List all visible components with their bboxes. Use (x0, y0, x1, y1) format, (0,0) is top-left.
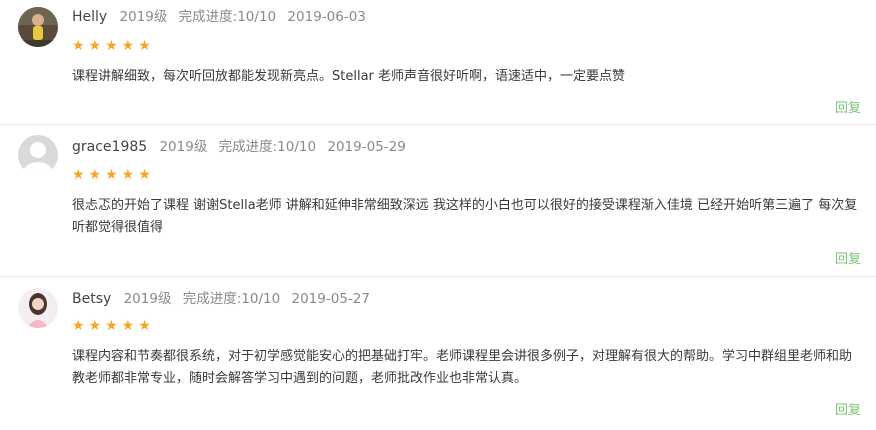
review-meta: Helly 2019级 完成进度:10/10 2019-06-03 (72, 8, 366, 26)
progress-label: 完成进度:10/10 (182, 291, 281, 307)
review-text: 很忐忑的开始了课程 谢谢Stella老师 讲解和延伸非常细致深远 我这样的小白也… (72, 198, 858, 235)
avatar[interactable] (18, 135, 58, 175)
divider (0, 276, 876, 277)
grade-label: 2019级 (119, 9, 168, 25)
reply-button[interactable]: 回复 (835, 252, 861, 268)
progress-label: 完成进度:10/10 (218, 139, 317, 155)
review-date: 2019-06-03 (287, 9, 366, 25)
avatar[interactable] (18, 288, 58, 328)
user-photo-avatar-icon (18, 288, 58, 328)
default-gray-avatar-icon (18, 135, 58, 175)
username[interactable]: Betsy (72, 291, 111, 307)
divider (0, 124, 876, 125)
review-text: 课程讲解细致，每次听回放都能发现新亮点。Stellar 老师声音很好听啊，语速适… (72, 69, 626, 84)
star-rating: ★★★★★ (72, 318, 155, 334)
review-date: 2019-05-29 (327, 139, 406, 155)
star-rating: ★★★★★ (72, 38, 155, 54)
grade-label: 2019级 (159, 139, 208, 155)
avatar[interactable] (18, 7, 58, 47)
reply-button[interactable]: 回复 (835, 403, 861, 419)
user-photo-avatar-icon (18, 7, 58, 47)
review-meta: Betsy 2019级 完成进度:10/10 2019-05-27 (72, 290, 370, 308)
review-meta: grace1985 2019级 完成进度:10/10 2019-05-29 (72, 138, 406, 156)
username[interactable]: Helly (72, 9, 107, 25)
progress-label: 完成进度:10/10 (178, 9, 277, 25)
grade-label: 2019级 (123, 291, 172, 307)
star-rating: ★★★★★ (72, 167, 155, 183)
reply-button[interactable]: 回复 (835, 101, 861, 117)
review-date: 2019-05-27 (291, 291, 370, 307)
review-text: 课程内容和节奏都很系统，对于初学感觉能安心的把基础打牢。老师课程里会讲很多例子，… (72, 349, 853, 386)
username[interactable]: grace1985 (72, 139, 147, 155)
